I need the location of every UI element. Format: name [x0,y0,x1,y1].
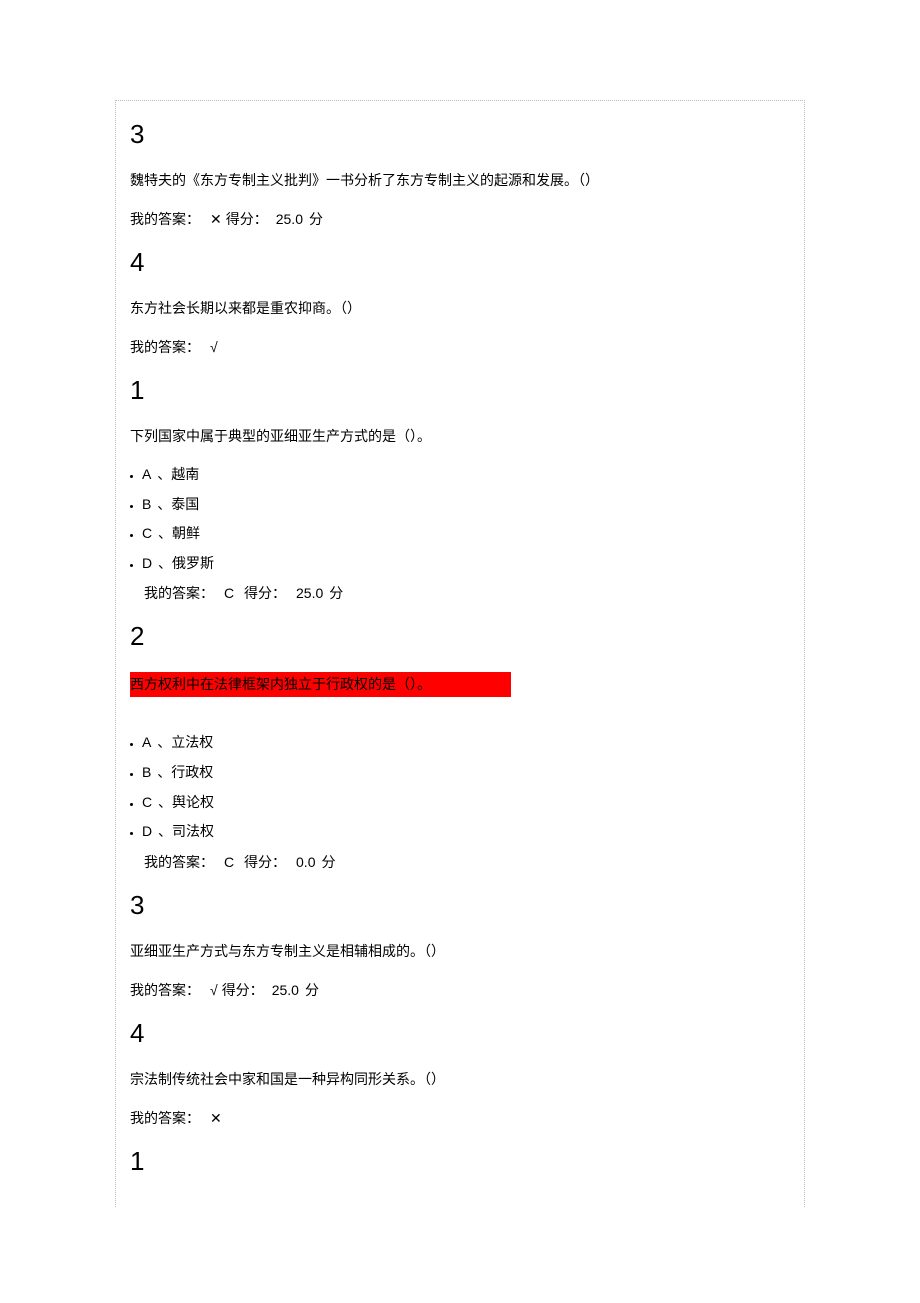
question-number: 1 [130,375,790,406]
question-number: 3 [130,119,790,150]
answer-line: 我的答案： ✕得分： 25.0 分 [130,209,790,229]
score-value: 0.0 [296,854,315,870]
answer-label: 我的答案： [130,211,200,227]
score-unit: 分 [329,585,343,601]
answer-value: ✕ [210,211,222,227]
answer-label: 我的答案： [130,982,200,998]
question-number: 1 [130,1146,790,1177]
option-letter: A [142,734,151,750]
answer-line: 我的答案： C 得分： 25.0 分 [144,583,790,603]
answer-line: 我的答案： ✕ [130,1108,790,1128]
question-stem: 魏特夫的《东方专制主义批判》一书分析了东方专制主义的起源和发展。（） [130,170,790,191]
score-value: 25.0 [272,982,299,998]
option-text: 泰国 [171,496,199,512]
score-unit: 分 [309,211,323,227]
question-stem: 宗法制传统社会中家和国是一种异构同形关系。（） [130,1069,790,1090]
option-text: 司法权 [172,823,214,839]
answer-value: ✕ [210,1110,222,1126]
option-item: D 、俄罗斯 [142,554,804,574]
option-item: B 、泰国 [142,495,804,515]
option-letter: A [142,466,151,482]
option-letter: C [142,525,152,541]
option-item: C 、舆论权 [142,793,804,813]
answer-value: C [224,585,234,601]
option-text: 朝鲜 [172,525,200,541]
score-label: 得分： [222,982,264,998]
question-stem: 下列国家中属于典型的亚细亚生产方式的是（）。 [130,426,790,447]
score-value: 25.0 [296,585,323,601]
option-text: 越南 [171,466,199,482]
option-item: C 、朝鲜 [142,524,804,544]
option-letter: B [142,764,151,780]
option-item: B 、行政权 [142,763,804,783]
document-page: 3 魏特夫的《东方专制主义批判》一书分析了东方专制主义的起源和发展。（） 我的答案：… [115,100,805,1207]
option-item: A 、越南 [142,465,804,485]
question-number: 4 [130,1018,790,1049]
answer-label: 我的答案： [144,854,214,870]
question-number: 3 [130,890,790,921]
question-number: 2 [130,621,790,652]
score-label: 得分： [240,585,286,601]
answer-line: 我的答案： √ [130,337,790,357]
option-item: D 、司法权 [142,822,804,842]
answer-label: 我的答案： [144,585,214,601]
question-stem: 亚细亚生产方式与东方专制主义是相辅相成的。（） [130,941,790,962]
answer-line: 我的答案： √得分： 25.0 分 [130,980,790,1000]
option-letter: D [142,823,152,839]
question-number: 4 [130,247,790,278]
option-text: 俄罗斯 [172,555,214,571]
question-stem-wrap: 西方权利中在法律框架内独立于行政权的是（）。 [116,672,804,715]
question-stem: 西方权利中在法律框架内独立于行政权的是（）。 [130,672,511,697]
score-value: 25.0 [276,211,303,227]
score-unit: 分 [305,982,319,998]
option-text: 舆论权 [172,794,214,810]
options-list: A 、立法权 B 、行政权 C 、舆论权 D 、司法权 [116,733,804,841]
score-label: 得分： [240,854,286,870]
answer-value: C [224,854,234,870]
option-item: A 、立法权 [142,733,804,753]
answer-value: √ [210,982,218,998]
score-unit: 分 [321,854,335,870]
option-text: 行政权 [171,764,213,780]
answer-label: 我的答案： [130,339,200,355]
score-label: 得分： [226,211,268,227]
question-stem: 东方社会长期以来都是重农抑商。（） [130,298,790,319]
answer-value: √ [210,339,218,355]
answer-line: 我的答案： C 得分： 0.0 分 [144,852,790,872]
option-letter: C [142,794,152,810]
answer-label: 我的答案： [130,1110,200,1126]
options-list: A 、越南 B 、泰国 C 、朝鲜 D 、俄罗斯 [116,465,804,573]
option-text: 立法权 [171,734,213,750]
option-letter: B [142,496,151,512]
option-letter: D [142,555,152,571]
